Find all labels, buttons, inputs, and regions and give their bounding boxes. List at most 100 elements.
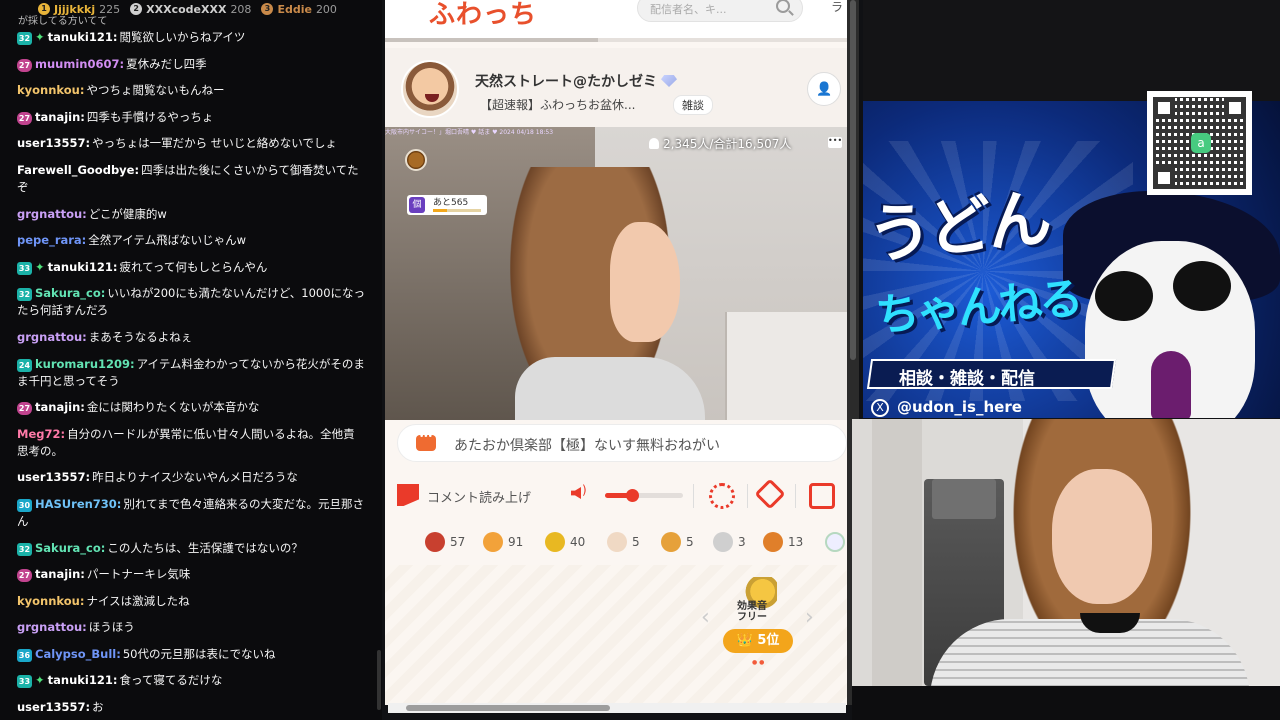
sound-effect-label: 効果音 フリー [737,601,767,623]
chat-username[interactable]: Sakura_co: [35,286,105,300]
more-options-icon[interactable]: ••• [828,137,842,148]
chat-username[interactable]: Calypso_Bull: [35,647,121,661]
chat-username[interactable]: Meg72: [17,427,65,441]
sparkle-icon: ✦ [35,673,45,688]
chat-username[interactable]: grgnattou: [17,330,87,344]
volume-slider[interactable] [605,489,683,502]
read-aloud-icon[interactable] [397,484,419,506]
medal-icon: 3 [261,3,274,15]
header-menu-item[interactable]: ラ [831,0,843,15]
gift-icon [661,532,681,552]
chat-username[interactable]: tanuki121: [48,260,118,274]
next-arrow-icon[interactable]: › [805,605,814,630]
search-placeholder: 配信者名、キ... [650,3,727,16]
level-badge: 33 [17,261,32,275]
chat-username[interactable]: tanajin: [35,567,85,581]
streamer-name[interactable]: 天然ストレート@たかしゼミ [475,71,677,91]
speaker-icon[interactable] [571,487,581,499]
chat-username[interactable]: kyonnkou: [17,594,84,608]
gift-item[interactable]: 40 [545,532,585,552]
gift-item[interactable]: 57 [425,532,465,552]
screen-settings-icon[interactable] [709,483,735,509]
divider [693,484,694,508]
chat-username[interactable]: tanajin: [35,110,85,124]
gift-item[interactable]: 3 [713,532,746,552]
chat-username[interactable]: tanajin: [35,400,85,414]
scrollbar-thumb[interactable] [406,705,610,711]
chat-username[interactable]: user13557: [17,700,90,714]
chat-message: kyonnkou: ナイスは激減したね [0,593,382,610]
gift-item[interactable]: 5 [607,532,640,552]
video-cabinet [725,312,847,420]
chat-message: grgnattou: どこが健康的w [0,206,382,223]
chat-text: 金には関わりたくないが本音かな [86,400,260,415]
site-logo[interactable]: ふわっち [429,0,537,31]
chat-scrollbar[interactable] [377,650,381,710]
chat-text: 四季も手慣けるやっちょ [86,109,214,124]
comment-input[interactable]: あたおか倶楽部【極】ないす無料おねがい [397,424,847,462]
search-input[interactable]: 配信者名、キ... [637,0,803,22]
chat-username[interactable]: user13557: [17,470,90,484]
ranking-name: XXXcodeXXX [146,2,227,16]
volume-knob[interactable] [626,489,640,502]
level-badge: 32 [17,288,32,302]
read-aloud-toggle[interactable]: コメント読み上げ [427,487,531,506]
category-tag[interactable]: 雑談 [673,95,713,115]
gift-item[interactable] [825,532,845,552]
gift-item[interactable]: 91 [483,532,523,552]
gift-icon [763,532,783,552]
horizontal-scrollbar[interactable] [388,703,846,713]
ranking-entry[interactable]: 3 Eddie 200 [261,3,337,16]
rotate-screen-icon[interactable] [754,478,786,510]
chat-username[interactable]: Farewell_Goodbye: [17,163,139,177]
chat-message: 24 kuromaru1209: アイテム料金わかってないから花火がそのまま千円と思… [0,356,382,390]
rank-badge[interactable]: 👑 5位 [723,629,793,653]
divider [795,484,796,508]
chat-username[interactable]: grgnattou: [17,620,87,634]
chat-username[interactable]: grgnattou: [17,207,87,221]
character-eye [1095,271,1153,321]
search-icon[interactable] [776,0,790,13]
video-ticker: 大阪市内サイコー！」堀口吾晴 ♥ 話ま ♥ 2024 04/18 18:53 [385,129,554,135]
follow-button[interactable]: 👤 [807,72,841,106]
chat-username[interactable]: tanuki121: [48,673,118,687]
chat-message: pepe_rara: 全然アイテム飛ばないじゃんw [0,232,382,249]
chat-username[interactable]: pepe_rara: [17,233,86,247]
chat-text: やつちょ閲覧ないもんねー [86,83,225,98]
chat-username[interactable]: kyonnkou: [17,83,84,97]
truncated-message: が採してる方いてて [18,16,108,27]
previous-arrow-icon[interactable]: ‹ [701,605,710,630]
chat-username[interactable]: muumin0607: [35,57,124,71]
poop-icon[interactable] [405,149,427,171]
chat-username[interactable]: tanuki121: [48,30,118,44]
medal-icon: 2 [130,3,143,15]
chat-message: 27 muumin0607: 夏休みだし四季 [0,56,382,73]
ranking-entry[interactable]: 2 XXXcodeXXX 208 [130,3,251,16]
add-user-icon: 👤 [816,82,833,97]
level-badge: 33 [17,675,32,689]
fullscreen-icon[interactable] [809,483,835,509]
video-player[interactable]: 大阪市内サイコー！」堀口吾晴 ♥ 話ま ♥ 2024 04/18 18:53 2… [385,127,847,420]
ranking-score: 208 [230,2,252,16]
person-icon [649,138,659,149]
level-badge: 24 [17,358,32,372]
level-badge: 32 [17,32,32,45]
chat-text: お [92,700,104,715]
gift-count: 13 [788,535,804,549]
scrollbar-thumb[interactable] [850,0,856,360]
chat-message: 32 Sakura_co: いいねが200にも満たないんだけど、1000になったら何… [0,285,382,319]
gift-item[interactable]: 13 [763,532,803,552]
chat-username[interactable]: Sakura_co: [35,541,105,555]
chat-username[interactable]: user13557: [17,136,90,150]
x-logo-icon: X [871,399,889,417]
chat-username[interactable]: kuromaru1209: [35,357,135,371]
chat-username[interactable]: HASUren730: [35,497,121,511]
sparkle-icon: ✦ [35,259,45,274]
chat-message: user13557: やっちょは一軍だから せいじと絡めないでしょ [0,135,382,152]
gift-count: 91 [508,535,524,549]
gift-item[interactable]: 5 [661,532,694,552]
chat-message: 30 HASUren730: 別れてまで色々連絡来るの大変だな。元旦那さん [0,496,382,530]
chat-text: パートナーキレ気味 [86,567,191,582]
streamer-avatar[interactable] [401,60,459,118]
stream-title: 【超速報】ふわっちお盆休... [480,98,636,112]
